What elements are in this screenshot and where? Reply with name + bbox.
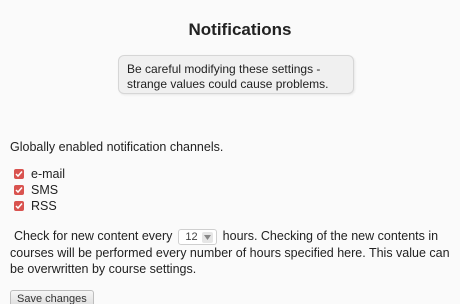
checkbox-checked-icon[interactable] — [14, 185, 24, 195]
channel-email[interactable]: e-mail — [14, 166, 65, 182]
hours-select-value: 12 — [185, 231, 198, 243]
warning-box: Be careful modifying these settings - st… — [118, 55, 354, 94]
page-title: Notifications — [188, 20, 292, 39]
frequency-before-text: Check for new content every — [14, 229, 173, 243]
checkbox-checked-icon[interactable] — [14, 169, 24, 179]
channel-list: e-mail SMS RSS — [14, 166, 65, 214]
notifications-page: Notifications Be careful modifying these… — [0, 0, 460, 304]
channel-rss[interactable]: RSS — [14, 198, 65, 214]
channel-label: RSS — [31, 199, 57, 213]
channel-sms[interactable]: SMS — [14, 182, 65, 198]
channel-label: e-mail — [31, 167, 66, 181]
hours-select[interactable]: 12 — [178, 229, 217, 245]
frequency-setting: Check for new content every 12 hours. Chec… — [10, 228, 460, 277]
channels-intro: Globally enabled notification channels. — [10, 140, 224, 154]
warning-text: Be careful modifying these settings - st… — [127, 62, 329, 91]
chevron-down-icon — [201, 231, 213, 243]
checkbox-checked-icon[interactable] — [14, 201, 24, 211]
channel-label: SMS — [31, 183, 59, 197]
save-changes-button[interactable]: Save changes — [10, 290, 94, 304]
